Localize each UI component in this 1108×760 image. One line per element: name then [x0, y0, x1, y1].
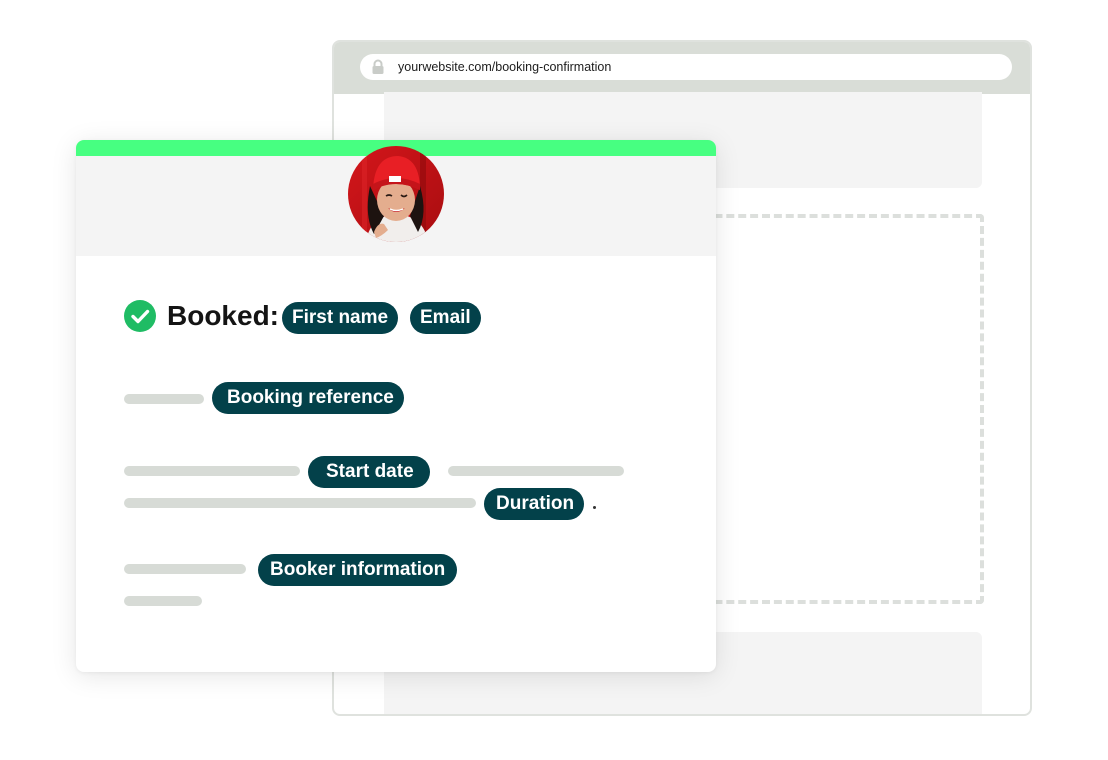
check-circle-icon: [124, 300, 156, 332]
lock-icon: [370, 59, 386, 75]
punctuation-dot: [593, 506, 596, 509]
placeholder-line: [124, 498, 476, 508]
tag-start-date: Start date: [308, 456, 430, 488]
confirmation-card: Booked: First name Email Booking referen…: [76, 140, 716, 672]
tag-booking-reference: Booking reference: [212, 382, 404, 414]
browser-address-bar: yourwebsite.com/booking-confirmation: [334, 42, 1030, 94]
placeholder-line: [124, 466, 300, 476]
tag-first-name: First name: [282, 302, 399, 334]
url-text: yourwebsite.com/booking-confirmation: [398, 60, 612, 74]
placeholder-line: [124, 394, 204, 404]
placeholder-line: [124, 596, 202, 606]
avatar: [348, 146, 444, 242]
tag-booker-information: Booker information: [258, 554, 458, 586]
tag-email: Email: [410, 302, 481, 334]
booked-label: Booked:: [167, 300, 279, 331]
url-field[interactable]: yourwebsite.com/booking-confirmation: [360, 54, 1012, 80]
placeholder-line: [448, 466, 624, 476]
tag-duration: Duration: [484, 488, 585, 520]
placeholder-line: [124, 564, 246, 574]
